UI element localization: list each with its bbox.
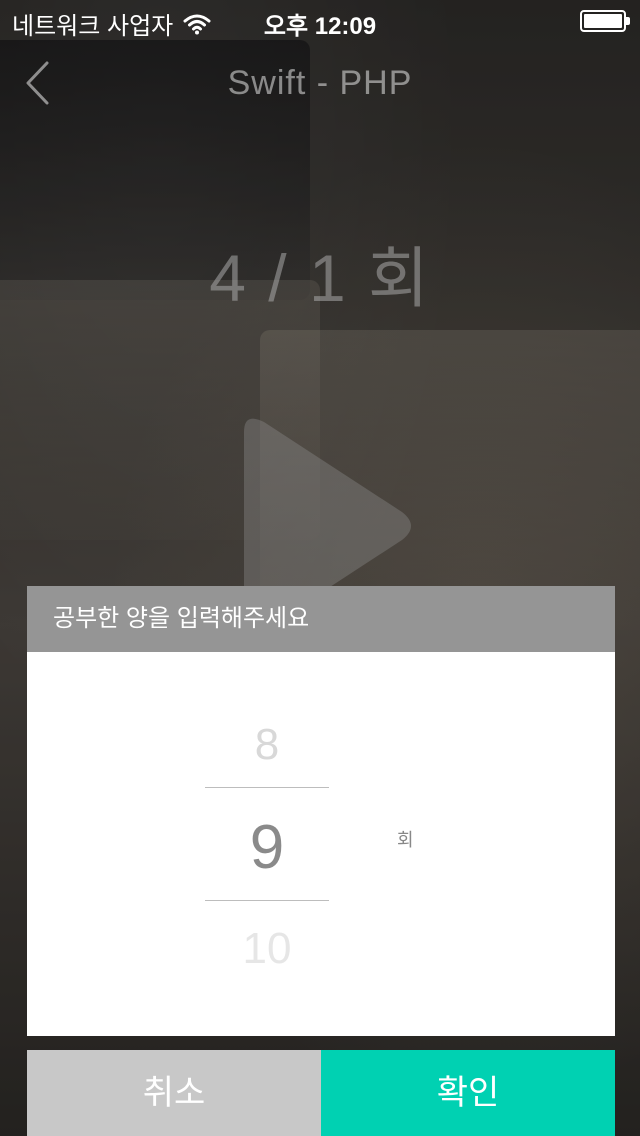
picker-current-value[interactable]: 9	[205, 812, 329, 883]
status-time: 오후 12:09	[263, 13, 377, 40]
navigation-bar: Swift - PHP	[0, 40, 640, 130]
session-count: 4 / 1 회	[209, 241, 431, 315]
picker-next-value[interactable]: 10	[205, 924, 329, 974]
picker-unit-label: 회	[397, 830, 414, 850]
battery-icon	[580, 10, 630, 32]
app-screen: 네트워크 사업자 오후 12:09 Swift - PHP 4 / 1 회 공부…	[0, 0, 640, 1136]
picker-divider-top	[205, 787, 329, 788]
cancel-button[interactable]: 취소	[27, 1050, 321, 1136]
page-title: Swift - PHP	[227, 64, 413, 102]
picker-prev-value[interactable]: 8	[205, 720, 329, 770]
picker-divider-bottom	[205, 900, 329, 901]
dialog-title: 공부한 양을 입력해주세요	[27, 586, 615, 652]
input-dialog: 공부한 양을 입력해주세요 8 9 10 회	[27, 586, 615, 1036]
count-picker[interactable]: 8 9 10	[205, 690, 329, 990]
confirm-button[interactable]: 확인	[321, 1050, 615, 1136]
status-bar: 네트워크 사업자 오후 12:09	[0, 0, 640, 40]
battery-level	[584, 14, 622, 28]
